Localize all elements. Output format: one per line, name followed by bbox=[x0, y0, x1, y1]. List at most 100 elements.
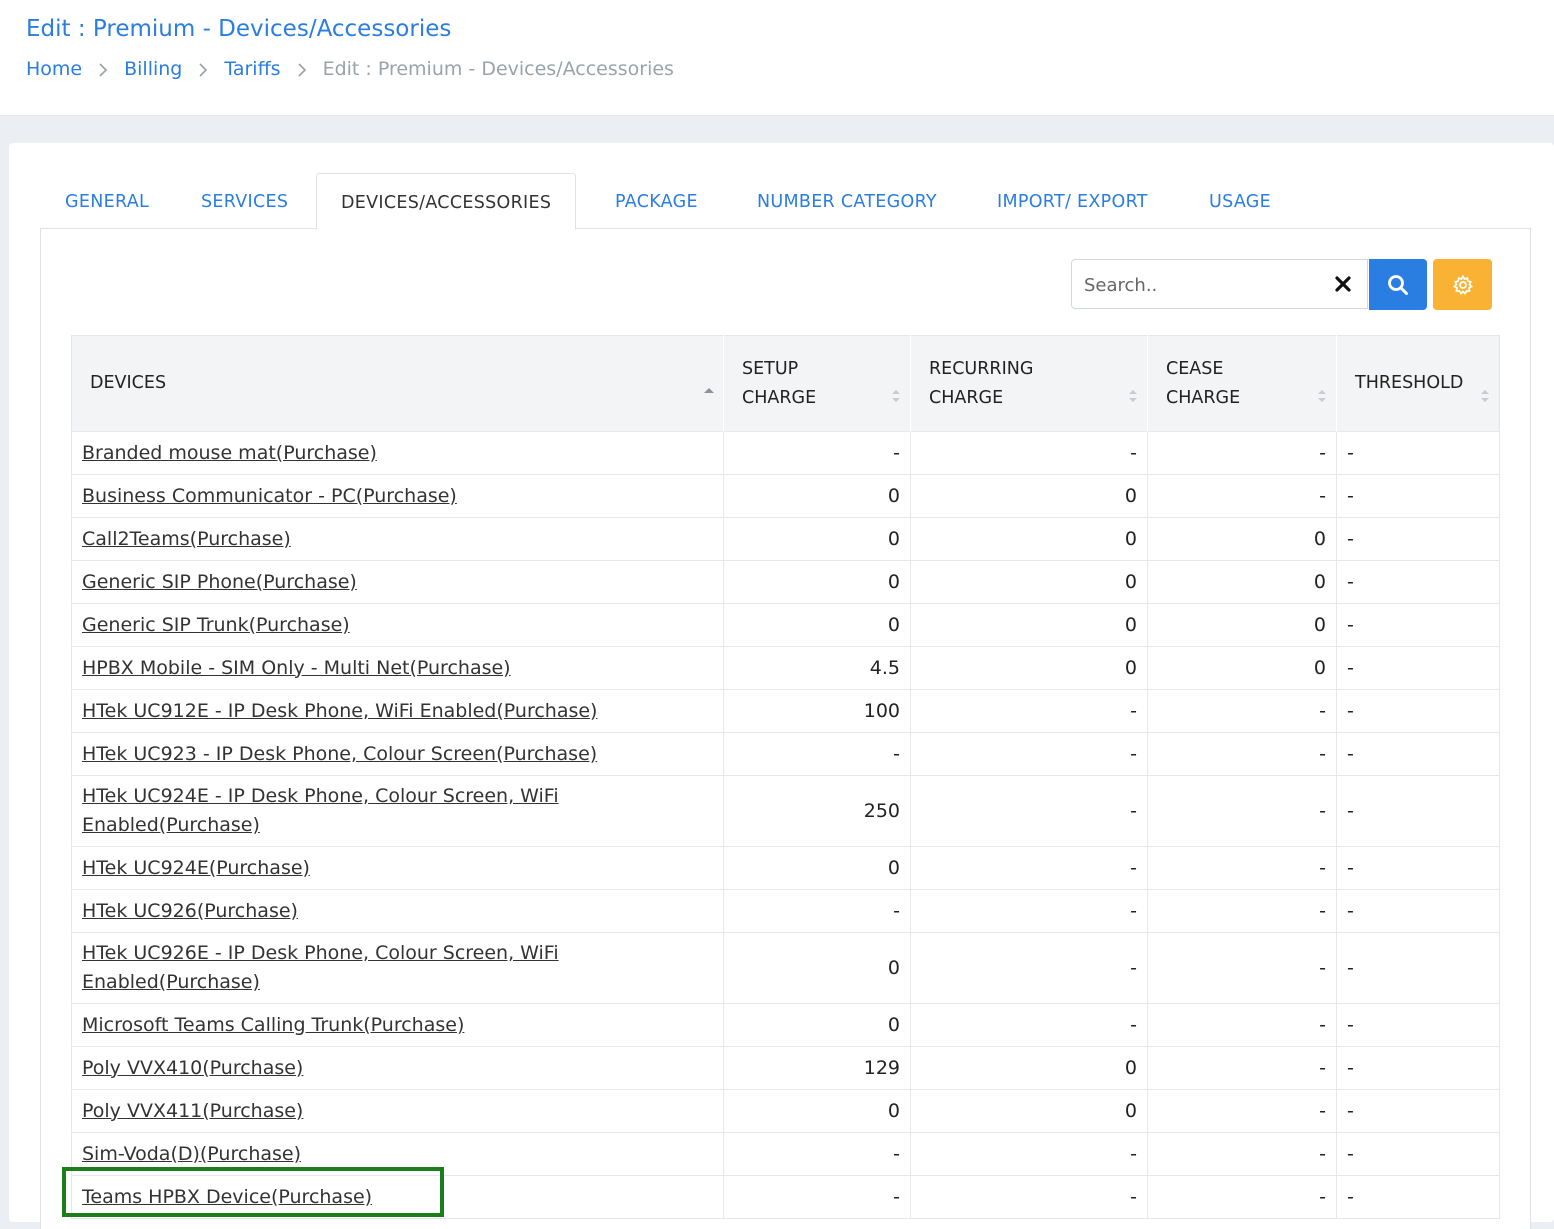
column-header-recurring-charge[interactable]: RECURRING CHARGE bbox=[910, 335, 1148, 432]
search-input[interactable] bbox=[1082, 268, 1326, 302]
breadcrumb-tariffs[interactable]: Tariffs bbox=[224, 58, 280, 80]
threshold-cell: - bbox=[1336, 474, 1500, 518]
recurring-charge-cell: - bbox=[910, 1132, 1148, 1176]
content-card: GENERAL SERVICES DEVICES/ACCESSORIES PAC… bbox=[9, 143, 1554, 1229]
recurring-charge-cell: 0 bbox=[910, 474, 1148, 518]
tab-bar: GENERAL SERVICES DEVICES/ACCESSORIES PAC… bbox=[40, 173, 1500, 230]
device-link[interactable]: HTek UC924E - IP Desk Phone, Colour Scre… bbox=[82, 785, 559, 836]
column-header-threshold[interactable]: THRESHOLD bbox=[1336, 335, 1500, 432]
column-header-setup-charge[interactable]: SETUP CHARGE bbox=[723, 335, 911, 432]
threshold-cell: - bbox=[1336, 1089, 1500, 1133]
breadcrumb: Home Billing Tariffs Edit : Premium - De… bbox=[26, 56, 674, 82]
threshold-cell: - bbox=[1336, 1175, 1500, 1219]
cease-charge-cell: 0 bbox=[1147, 560, 1337, 604]
device-link[interactable]: Branded mouse mat(Purchase) bbox=[82, 442, 377, 464]
device-link[interactable]: Poly VVX410(Purchase) bbox=[82, 1057, 303, 1079]
tab-services[interactable]: SERVICES bbox=[201, 173, 288, 229]
setup-charge-cell: 129 bbox=[723, 1046, 911, 1090]
setup-charge-cell: 4.5 bbox=[723, 646, 911, 690]
device-link[interactable]: HTek UC926(Purchase) bbox=[82, 900, 298, 922]
recurring-charge-cell: 0 bbox=[910, 560, 1148, 604]
breadcrumb-billing[interactable]: Billing bbox=[124, 58, 182, 80]
cease-charge-cell: - bbox=[1147, 1132, 1337, 1176]
sort-asc-icon bbox=[704, 387, 714, 393]
recurring-charge-cell: - bbox=[910, 732, 1148, 776]
device-cell: HTek UC926E - IP Desk Phone, Colour Scre… bbox=[71, 932, 724, 1004]
recurring-charge-cell: - bbox=[910, 889, 1148, 933]
setup-charge-cell: 0 bbox=[723, 932, 911, 1004]
table-row: Business Communicator - PC(Purchase) 0 0… bbox=[71, 474, 1500, 518]
column-label: CEASE bbox=[1166, 358, 1224, 379]
recurring-charge-cell: - bbox=[910, 1003, 1148, 1047]
threshold-cell: - bbox=[1336, 603, 1500, 647]
device-cell: Generic SIP Phone(Purchase) bbox=[71, 560, 724, 604]
cease-charge-cell: - bbox=[1147, 474, 1337, 518]
setup-charge-cell: 0 bbox=[723, 474, 911, 518]
recurring-charge-cell: - bbox=[910, 932, 1148, 1004]
device-cell: Sim-Voda(D)(Purchase) bbox=[71, 1132, 724, 1176]
device-cell: Teams HPBX Device(Purchase) bbox=[71, 1175, 724, 1219]
chevron-right-icon bbox=[281, 58, 323, 80]
close-icon[interactable] bbox=[1331, 272, 1355, 296]
device-link[interactable]: HTek UC924E(Purchase) bbox=[82, 857, 310, 879]
gear-icon bbox=[1452, 274, 1473, 295]
column-label: SETUP bbox=[742, 358, 799, 379]
device-cell: HTek UC923 - IP Desk Phone, Colour Scree… bbox=[71, 732, 724, 776]
tab-usage[interactable]: USAGE bbox=[1209, 173, 1271, 229]
device-cell: Poly VVX410(Purchase) bbox=[71, 1046, 724, 1090]
table-row: Call2Teams(Purchase) 0 0 0 - bbox=[71, 517, 1500, 561]
table-row: Microsoft Teams Calling Trunk(Purchase) … bbox=[71, 1003, 1500, 1047]
recurring-charge-cell: 0 bbox=[910, 1046, 1148, 1090]
device-link[interactable]: Business Communicator - PC(Purchase) bbox=[82, 485, 457, 507]
device-link[interactable]: HPBX Mobile - SIM Only - Multi Net(Purch… bbox=[82, 657, 511, 679]
breadcrumb-home[interactable]: Home bbox=[26, 58, 82, 80]
recurring-charge-cell: 0 bbox=[910, 1089, 1148, 1133]
sort-icon bbox=[1481, 389, 1489, 402]
cease-charge-cell: - bbox=[1147, 932, 1337, 1004]
column-header-devices[interactable]: DEVICES bbox=[71, 335, 724, 432]
device-link[interactable]: HTek UC923 - IP Desk Phone, Colour Scree… bbox=[82, 743, 597, 765]
tab-general[interactable]: GENERAL bbox=[65, 173, 149, 229]
tab-devices-accessories[interactable]: DEVICES/ACCESSORIES bbox=[316, 173, 577, 230]
device-cell: Generic SIP Trunk(Purchase) bbox=[71, 603, 724, 647]
tab-number-category[interactable]: NUMBER CATEGORY bbox=[757, 173, 937, 229]
sort-icon bbox=[1129, 389, 1137, 402]
cease-charge-cell: 0 bbox=[1147, 517, 1337, 561]
search-box bbox=[1071, 259, 1368, 309]
device-link[interactable]: Generic SIP Trunk(Purchase) bbox=[82, 614, 350, 636]
devices-panel: DEVICES SETUP CHARGE RECURRING CHARGE CEAS… bbox=[40, 228, 1531, 1229]
table-row: HTek UC926(Purchase) - - - - bbox=[71, 889, 1500, 933]
recurring-charge-cell: - bbox=[910, 1175, 1148, 1219]
threshold-cell: - bbox=[1336, 846, 1500, 890]
device-link[interactable]: HTek UC912E - IP Desk Phone, WiFi Enable… bbox=[82, 700, 597, 722]
device-link[interactable]: Poly VVX411(Purchase) bbox=[82, 1100, 303, 1122]
device-link[interactable]: Microsoft Teams Calling Trunk(Purchase) bbox=[82, 1014, 464, 1036]
settings-button[interactable] bbox=[1433, 259, 1492, 310]
table-row: HTek UC926E - IP Desk Phone, Colour Scre… bbox=[71, 932, 1500, 1004]
threshold-cell: - bbox=[1336, 932, 1500, 1004]
table-header-row: DEVICES SETUP CHARGE RECURRING CHARGE CEAS… bbox=[71, 335, 1500, 432]
tab-import-export[interactable]: IMPORT/ EXPORT bbox=[997, 173, 1148, 229]
column-label: THRESHOLD bbox=[1355, 373, 1464, 393]
search-button[interactable] bbox=[1369, 259, 1427, 310]
threshold-cell: - bbox=[1336, 560, 1500, 604]
device-cell: HTek UC912E - IP Desk Phone, WiFi Enable… bbox=[71, 689, 724, 733]
device-link[interactable]: Generic SIP Phone(Purchase) bbox=[82, 571, 357, 593]
column-label: RECURRING bbox=[929, 358, 1034, 379]
recurring-charge-cell: 0 bbox=[910, 646, 1148, 690]
device-link[interactable]: Sim-Voda(D)(Purchase) bbox=[82, 1143, 301, 1165]
device-link[interactable]: Call2Teams(Purchase) bbox=[82, 528, 291, 550]
table-row: Poly VVX410(Purchase) 129 0 - - bbox=[71, 1046, 1500, 1090]
setup-charge-cell: - bbox=[723, 431, 911, 475]
device-cell: Branded mouse mat(Purchase) bbox=[71, 431, 724, 475]
column-header-cease-charge[interactable]: CEASE CHARGE bbox=[1147, 335, 1337, 432]
tab-package[interactable]: PACKAGE bbox=[615, 173, 698, 229]
device-link[interactable]: HTek UC926E - IP Desk Phone, Colour Scre… bbox=[82, 942, 559, 993]
table-row: HTek UC923 - IP Desk Phone, Colour Scree… bbox=[71, 732, 1500, 776]
recurring-charge-cell: - bbox=[910, 775, 1148, 847]
cease-charge-cell: 0 bbox=[1147, 646, 1337, 690]
threshold-cell: - bbox=[1336, 889, 1500, 933]
device-link[interactable]: Teams HPBX Device(Purchase) bbox=[82, 1186, 372, 1208]
device-cell: HTek UC924E - IP Desk Phone, Colour Scre… bbox=[71, 775, 724, 847]
table-row: Branded mouse mat(Purchase) - - - - bbox=[71, 431, 1500, 475]
